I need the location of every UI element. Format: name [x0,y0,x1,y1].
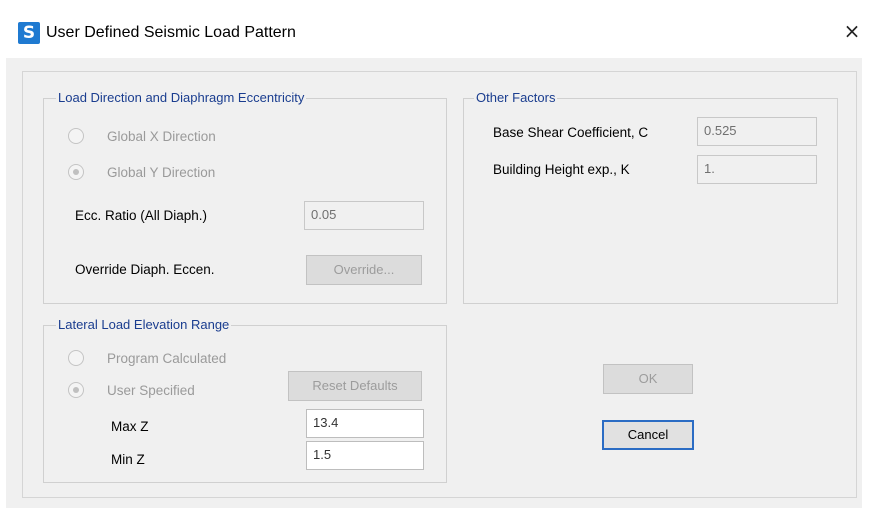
cancel-button[interactable]: Cancel [602,420,694,450]
global-y-radio[interactable] [68,164,84,180]
min-z-label: Min Z [111,452,145,467]
building-height-field[interactable]: 1. [697,155,817,184]
global-x-radio[interactable] [68,128,84,144]
program-calculated-radio[interactable] [68,350,84,366]
override-label: Override Diaph. Eccen. [75,262,215,277]
reset-defaults-button[interactable]: Reset Defaults [288,371,422,401]
lateral-load-group-title: Lateral Load Elevation Range [56,317,232,333]
user-specified-radio[interactable] [68,382,84,398]
user-specified-label: User Specified [107,383,195,398]
base-shear-label: Base Shear Coefficient, C [493,125,649,140]
window-title: User Defined Seismic Load Pattern [46,24,296,41]
min-z-field[interactable]: 1.5 [306,441,424,470]
ecc-ratio-label: Ecc. Ratio (All Diaph.) [75,208,208,223]
global-y-label: Global Y Direction [107,165,216,180]
ok-button[interactable]: OK [603,364,693,394]
max-z-field[interactable]: 13.4 [306,409,424,438]
program-calculated-label: Program Calculated [107,351,227,366]
building-height-label: Building Height exp., K [493,162,630,177]
load-direction-group-title: Load Direction and Diaphragm Eccentricit… [56,90,307,106]
close-button[interactable]: × [836,16,868,46]
override-button[interactable]: Override... [306,255,422,285]
global-x-label: Global X Direction [107,129,216,144]
base-shear-field[interactable]: 0.525 [697,117,817,146]
other-factors-group-title: Other Factors [474,90,558,106]
ecc-ratio-field[interactable]: 0.05 [304,201,424,230]
app-icon: S [18,22,40,44]
max-z-label: Max Z [111,419,149,434]
